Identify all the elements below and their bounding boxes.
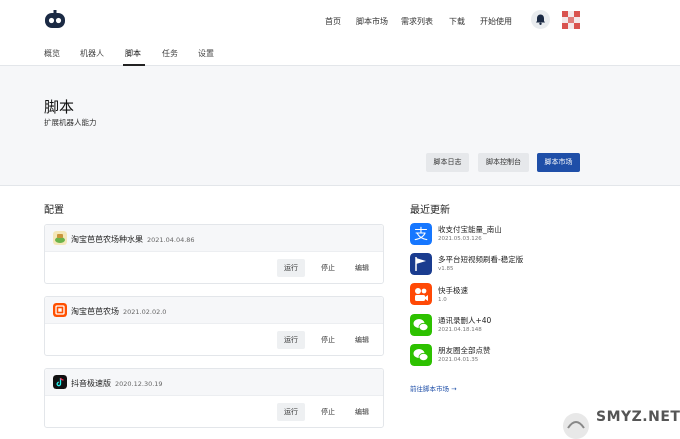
robot-logo-icon[interactable]	[44, 10, 66, 30]
stop-button[interactable]: 停止	[317, 259, 339, 277]
script-card-title[interactable]: 抖音极速版 2020.12.30.19	[71, 378, 163, 389]
run-button[interactable]: 运行	[277, 403, 305, 421]
bell-icon	[536, 14, 545, 25]
page-subtitle: 扩展机器人能力	[44, 118, 97, 127]
recent-script-version: 2021.04.18.148	[438, 327, 482, 333]
video-flag-icon[interactable]	[410, 253, 432, 275]
script-card-header: 淘宝芭芭农场 2021.02.02.0	[45, 297, 383, 324]
nav-download-link[interactable]: 下载	[449, 16, 465, 27]
recent-script-name[interactable]: 收支付宝能量_南山	[438, 224, 502, 235]
nav-requirements-link[interactable]: 需求列表	[401, 16, 433, 27]
script-name: 淘宝芭芭农场	[71, 307, 119, 316]
script-card-header: 淘宝芭芭农场种水果 2021.04.04.86	[45, 225, 383, 252]
go-to-script-market-link[interactable]: 前往脚本市场 →	[410, 383, 457, 393]
edit-button[interactable]: 编辑	[351, 331, 373, 349]
stop-button[interactable]: 停止	[317, 331, 339, 349]
nav-script-market-link[interactable]: 脚本市场	[356, 16, 388, 27]
recent-script-version: 2021.05.03.126	[438, 236, 482, 242]
watermark-text: SMYZ.NET	[596, 409, 680, 425]
script-console-button[interactable]: 脚本控制台	[478, 153, 529, 172]
script-card: 抖音极速版 2020.12.30.19 运行 停止 编辑	[44, 368, 384, 428]
taobao-farm-fruit-icon	[53, 231, 67, 245]
recent-script-name[interactable]: 快手极速	[438, 285, 468, 296]
recent-script-version: 1.0	[438, 297, 447, 303]
sub-navigation: 概览 机器人 脚本 任务 设置	[0, 40, 680, 66]
tab-tasks[interactable]: 任务	[162, 48, 178, 59]
douyin-icon	[53, 375, 67, 389]
script-market-button[interactable]: 脚本市场	[537, 153, 580, 172]
edit-button[interactable]: 编辑	[351, 403, 373, 421]
script-version: 2020.12.30.19	[115, 380, 163, 388]
wechat-icon[interactable]	[410, 314, 432, 336]
page-header: 脚本 扩展机器人能力 脚本日志 脚本控制台 脚本市场	[0, 66, 680, 186]
run-button[interactable]: 运行	[277, 331, 305, 349]
script-log-button[interactable]: 脚本日志	[426, 153, 469, 172]
tab-scripts[interactable]: 脚本	[125, 48, 141, 59]
recent-script-name[interactable]: 通讯录删人+40	[438, 315, 491, 326]
script-name: 淘宝芭芭农场种水果	[71, 235, 143, 244]
wechat-icon[interactable]	[410, 344, 432, 366]
user-avatar[interactable]	[562, 11, 580, 29]
recent-script-version: v1.85	[438, 266, 454, 272]
taobao-icon	[53, 303, 67, 317]
script-card-title[interactable]: 淘宝芭芭农场 2021.02.02.0	[71, 306, 166, 317]
script-card-header: 抖音极速版 2020.12.30.19	[45, 369, 383, 396]
config-section-title: 配置	[44, 205, 64, 216]
nav-home-link[interactable]: 首页	[325, 16, 341, 27]
recent-script-name[interactable]: 多平台短视频刷看-稳定版	[438, 254, 523, 265]
kuaishou-icon[interactable]	[410, 283, 432, 305]
stop-button[interactable]: 停止	[317, 403, 339, 421]
alipay-icon[interactable]: 支	[410, 223, 432, 245]
edit-button[interactable]: 编辑	[351, 259, 373, 277]
tab-robots[interactable]: 机器人	[80, 48, 104, 59]
recent-script-version: 2021.04.01.35	[438, 357, 479, 363]
top-navbar: 首页 脚本市场 需求列表 下载 开始使用	[0, 0, 680, 40]
tab-overview[interactable]: 概览	[44, 48, 60, 59]
script-version: 2021.04.04.86	[147, 236, 195, 244]
script-card: 淘宝芭芭农场种水果 2021.04.04.86 运行 停止 编辑	[44, 224, 384, 284]
script-name: 抖音极速版	[71, 379, 111, 388]
recent-section-title: 最近更新	[410, 205, 450, 216]
script-card-title[interactable]: 淘宝芭芭农场种水果 2021.04.04.86	[71, 234, 195, 245]
page-title: 脚本	[44, 98, 75, 116]
tab-settings[interactable]: 设置	[198, 48, 214, 59]
script-card: 淘宝芭芭农场 2021.02.02.0 运行 停止 编辑	[44, 296, 384, 356]
run-button[interactable]: 运行	[277, 259, 305, 277]
script-version: 2021.02.02.0	[123, 308, 167, 316]
nav-get-started-link[interactable]: 开始使用	[480, 16, 512, 27]
recent-script-name[interactable]: 朋友圈全部点赞	[438, 345, 491, 356]
notification-button[interactable]	[531, 10, 550, 29]
svg-text:支: 支	[414, 227, 428, 243]
